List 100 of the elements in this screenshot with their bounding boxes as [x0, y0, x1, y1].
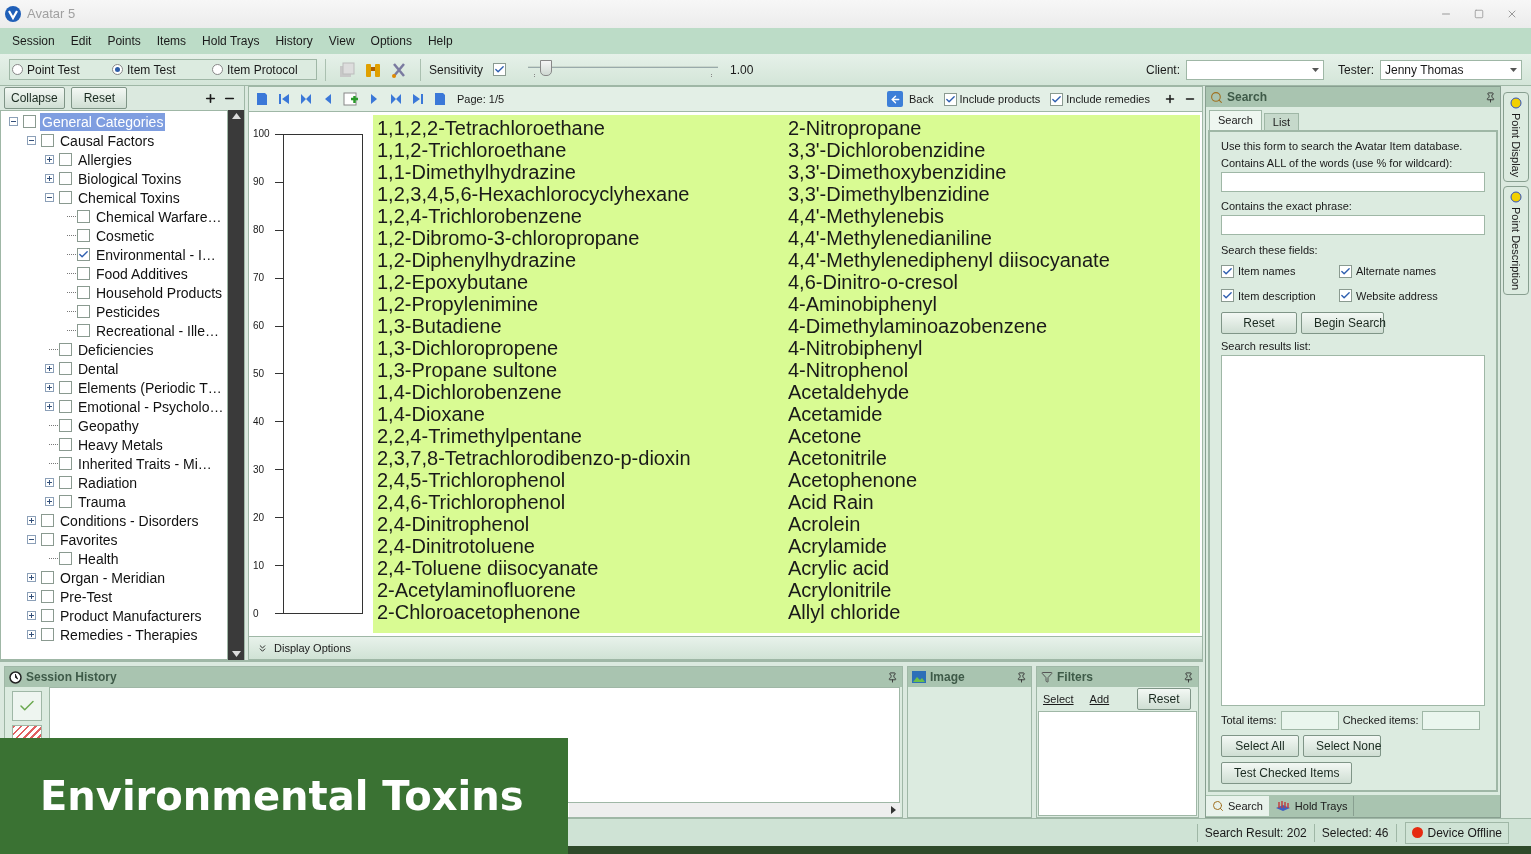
horizontal-scrollbar[interactable] [569, 803, 900, 817]
previous-set-icon[interactable] [299, 92, 313, 106]
checkbox[interactable] [77, 229, 90, 242]
expand-icon[interactable] [27, 592, 36, 601]
maximize-icon[interactable] [1474, 9, 1484, 19]
expand-icon[interactable] [45, 383, 54, 392]
collapse-icon[interactable] [27, 535, 36, 544]
checkbox[interactable] [59, 552, 72, 565]
item-name[interactable]: 1,2-Epoxybutane [377, 271, 788, 293]
tree-item[interactable]: Food Additives [94, 264, 190, 283]
tree-item[interactable]: Elements (Periodic T… [76, 378, 224, 397]
item-name[interactable]: 1,1,2,2-Tetrachloroethane [377, 117, 788, 139]
tree-item[interactable]: Trauma [76, 492, 128, 511]
checkbox[interactable] [41, 628, 54, 641]
menu-item[interactable]: Help [419, 32, 461, 50]
item-name[interactable]: Acrylamide [788, 535, 1200, 557]
item-name[interactable]: 2,4-Dinitrophenol [377, 513, 788, 535]
add-page-icon[interactable] [343, 91, 359, 107]
pin-icon[interactable] [1183, 671, 1194, 683]
tree-item[interactable]: Heavy Metals [76, 435, 165, 454]
item-name[interactable]: 4-Nitrobiphenyl [788, 337, 1200, 359]
checkbox[interactable] [59, 362, 72, 375]
checkbox[interactable] [77, 305, 90, 318]
item-name[interactable]: 4,6-Dinitro-o-cresol [788, 271, 1200, 293]
item-name[interactable]: Acrylic acid [788, 557, 1200, 579]
scroll-down-icon[interactable] [231, 651, 241, 657]
item-name[interactable]: 4,4'-Methylenebis [788, 205, 1200, 227]
item-name[interactable]: Acrolein [788, 513, 1200, 535]
tree-item[interactable]: Recreational - Ille… [94, 321, 221, 340]
tree-item[interactable]: Pesticides [94, 302, 162, 321]
menu-item[interactable]: Options [362, 32, 420, 50]
tree-item[interactable]: Causal Factors [58, 131, 157, 150]
item-name[interactable]: Acetone [788, 425, 1200, 447]
tree-item[interactable]: Inherited Traits - Mi… [76, 454, 214, 473]
reject-button[interactable] [12, 725, 42, 739]
expand-icon[interactable] [45, 478, 54, 487]
item-name[interactable]: 4-Dimethylaminoazobenzene [788, 315, 1200, 337]
tree-item[interactable]: Geopathy [76, 416, 141, 435]
tree-item[interactable]: Allergies [76, 150, 134, 169]
item-name[interactable]: 4-Aminobiphenyl [788, 293, 1200, 315]
begin-search-button[interactable]: Begin Search [1301, 312, 1384, 334]
pin-icon[interactable] [1485, 91, 1496, 103]
checkbox[interactable] [59, 419, 72, 432]
collapse-icon[interactable] [45, 193, 54, 202]
item-name[interactable]: 4,4'-Methylenedianiline [788, 227, 1200, 249]
filter-link[interactable]: Select [1043, 690, 1074, 708]
option-label[interactable]: Include remedies [1066, 90, 1150, 108]
checkbox-label[interactable]: Item description [1238, 287, 1316, 304]
checkbox[interactable] [943, 92, 957, 106]
item-name[interactable]: 1,2,4-Trichlorobenzene [377, 205, 788, 227]
item-name[interactable]: 2,4-Toluene diisocyanate [377, 557, 788, 579]
tree-item[interactable]: Dental [76, 359, 121, 378]
item-name[interactable]: 2-Nitropropane [788, 117, 1200, 139]
item-name[interactable]: 4-Nitrophenol [788, 359, 1200, 381]
tree-item[interactable]: Chemical Toxins [76, 188, 182, 207]
item-name[interactable]: Acrylonitrile [788, 579, 1200, 601]
tree-item[interactable]: Remedies - Therapies [58, 625, 200, 644]
expand-icon[interactable] [27, 573, 36, 582]
checkbox[interactable] [59, 400, 72, 413]
radio-button[interactable] [212, 64, 223, 75]
item-name[interactable]: 1,2-Dibromo-3-chloropropane [377, 227, 788, 249]
reset-button[interactable]: Reset [1221, 312, 1297, 334]
menu-item[interactable]: History [267, 32, 321, 50]
close-icon[interactable] [1506, 8, 1518, 20]
item-name[interactable]: 2,4-Dinitrotoluene [377, 535, 788, 557]
item-name[interactable]: Acetaldehyde [788, 381, 1200, 403]
item-name[interactable]: 2-Chloroacetophenone [377, 601, 788, 623]
checkbox[interactable] [77, 210, 90, 223]
checkbox[interactable] [41, 134, 54, 147]
checkbox[interactable] [23, 115, 36, 128]
tree-item[interactable]: Favorites [58, 530, 120, 549]
pin-icon[interactable] [1016, 671, 1027, 683]
tree-item[interactable]: Pre-Test [58, 587, 115, 606]
slider-thumb[interactable] [540, 59, 553, 76]
checkbox[interactable] [1221, 289, 1234, 303]
item-name[interactable]: 2,4,6-Trichlorophenol [377, 491, 788, 513]
next-set-icon[interactable] [389, 92, 403, 106]
client-dropdown[interactable] [1186, 59, 1324, 80]
expand-icon[interactable] [45, 174, 54, 183]
menu-item[interactable]: Hold Trays [194, 32, 268, 50]
checkbox[interactable] [59, 495, 72, 508]
checkbox[interactable] [41, 609, 54, 622]
item-name[interactable]: 1,4-Dichlorobenzene [377, 381, 788, 403]
page-icon[interactable] [255, 92, 269, 106]
scrollbar[interactable] [228, 110, 244, 660]
plus-icon[interactable] [1164, 93, 1176, 105]
checkbox[interactable] [41, 533, 54, 546]
checkbox[interactable] [41, 514, 54, 527]
checkbox-label[interactable]: Website address [1356, 287, 1438, 304]
last-page-icon[interactable] [411, 92, 425, 106]
export-page-icon[interactable] [433, 92, 447, 106]
item-name[interactable]: 3,3'-Dimethoxybenzidine [788, 161, 1200, 183]
display-options-bar[interactable]: Display Options [248, 636, 1203, 660]
collapse-icon[interactable] [27, 136, 36, 145]
item-name[interactable]: 2,3,7,8-Tetrachlorodibenzo-p-dioxin [377, 447, 788, 469]
tree-item[interactable]: Radiation [76, 473, 140, 492]
filter-link[interactable]: Add [1089, 690, 1110, 708]
tree-item[interactable]: Health [76, 549, 121, 568]
tree-item[interactable]: Emotional - Psycholo… [76, 397, 226, 416]
select-all-button[interactable]: Select All [1221, 735, 1299, 757]
